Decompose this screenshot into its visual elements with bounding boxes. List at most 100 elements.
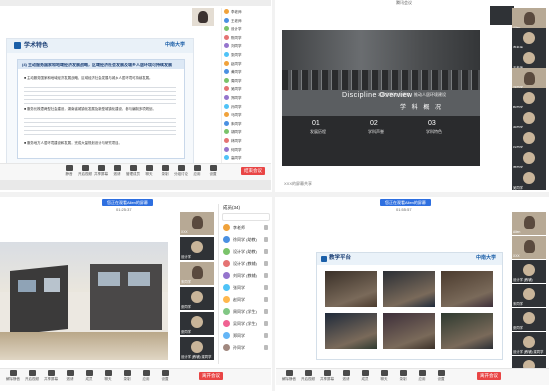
participant-video-tile[interactable]: 张同学 — [512, 308, 546, 331]
participant-video-tile[interactable]: 张同学 — [180, 312, 214, 335]
participant-avatar — [524, 72, 535, 85]
participant-avatar — [224, 95, 229, 100]
participant-row[interactable]: 高同学 — [222, 154, 270, 162]
viewing-share-banner[interactable]: 您正在观看Allen的屏幕 — [380, 199, 431, 206]
mic-icon[interactable] — [264, 333, 268, 338]
participant-avatar — [523, 132, 535, 144]
participant-row[interactable]: 胡同学 — [222, 128, 270, 136]
toolbar-label: 设置 — [437, 377, 445, 381]
participant-row[interactable]: 刘同学 — [222, 42, 270, 50]
participant-row[interactable]: 陈同学 — [222, 34, 270, 42]
member-row[interactable]: 郑同学 — [219, 330, 271, 342]
toolbar-item-1[interactable]: 开启视频 — [23, 370, 41, 382]
toolbar-item-5[interactable]: 聊天 — [375, 370, 393, 382]
participant-video-tile[interactable]: 吴同学 — [512, 168, 546, 190]
member-search-input[interactable] — [222, 213, 270, 221]
toolbar-item-9[interactable]: 设置 — [204, 165, 222, 177]
participant-row[interactable]: 何同学 — [222, 146, 270, 154]
participant-row[interactable]: 郑同学 — [222, 94, 270, 102]
toolbar-item-6[interactable]: 录制 — [394, 370, 412, 382]
platform-photo — [383, 313, 435, 349]
participant-video-tile[interactable]: 设计学 (教辅) 梁同学 — [180, 337, 214, 360]
member-row[interactable]: 吴同学 (学生) — [219, 318, 271, 330]
toolbar-item-8[interactable]: 设置 — [156, 370, 174, 382]
participant-row[interactable]: 周同学 — [222, 77, 270, 85]
participant-video-tile[interactable]: 宋同学 — [512, 284, 546, 307]
participant-avatar — [192, 266, 203, 279]
participant-row[interactable]: 吴同学 — [222, 85, 270, 93]
member-avatar — [223, 272, 230, 279]
participant-video-tile[interactable]: 宋同学 — [180, 262, 214, 285]
mic-icon[interactable] — [264, 297, 268, 302]
participant-tile-name: 宋同学 — [513, 302, 523, 306]
participant-avatar — [224, 43, 229, 49]
participant-row[interactable]: 王老师 — [222, 17, 270, 25]
slide-content-box: (4) 主动服务国家和地域经济发展战略，区域经济社会发展及城乡人居环境可持续发展… — [17, 59, 185, 159]
member-row[interactable]: 赵同学 — [219, 294, 271, 306]
toolbar-icon — [65, 165, 73, 171]
leave-meeting-button[interactable]: 离开会议 — [199, 372, 223, 380]
toolbar-item-7[interactable]: 应用 — [413, 370, 431, 382]
toolbar-item-3[interactable]: 邀请 — [61, 370, 79, 382]
toolbar-item-7[interactable]: 应用 — [137, 370, 155, 382]
member-row[interactable]: 孙同学 — [219, 342, 271, 354]
mic-icon[interactable] — [264, 249, 268, 254]
toolbar-item-2[interactable]: 共享屏幕 — [318, 370, 336, 382]
member-row[interactable]: 张同学 — [219, 282, 271, 294]
member-row[interactable]: 刘同学 (教辅) — [219, 270, 271, 282]
mic-icon[interactable] — [264, 345, 268, 350]
toolbar-item-1[interactable]: 开启视频 — [299, 370, 317, 382]
participant-row[interactable]: 李老师 — [222, 8, 270, 16]
participant-avatar — [224, 129, 229, 135]
participant-video-tile[interactable]: 张同学 — [180, 287, 214, 310]
mic-icon[interactable] — [264, 261, 268, 266]
participant-video-tile[interactable]: 设计学 (教辅) 梁同学 — [512, 332, 546, 355]
participant-row[interactable]: 赵同学 — [222, 60, 270, 68]
mic-icon[interactable] — [264, 225, 268, 230]
participant-video-tile[interactable]: Allen — [512, 212, 546, 235]
participant-video-tile[interactable]: XXX — [512, 236, 546, 259]
viewing-share-banner[interactable]: 您正在观看Allen的屏幕 — [102, 199, 153, 206]
toolbar-item-8[interactable]: 设置 — [432, 370, 450, 382]
participant-row[interactable]: 张同学 — [222, 51, 270, 59]
participant-row[interactable]: 孙同学 — [222, 103, 270, 111]
participant-row[interactable]: 设计学 — [222, 25, 270, 33]
member-row[interactable]: 周同学 (学生) — [219, 306, 271, 318]
member-row[interactable]: 设计学 (教辅) — [219, 258, 271, 270]
participant-row[interactable]: 朱同学 — [222, 120, 270, 128]
mic-icon[interactable] — [264, 237, 268, 242]
toolbar-item-0[interactable]: 解除静音 — [4, 370, 22, 382]
toolbar-item-4[interactable]: 成员 — [80, 370, 98, 382]
mic-icon[interactable] — [264, 285, 268, 290]
member-row[interactable]: 徐同学 (助教) — [219, 234, 271, 246]
leave-meeting-button[interactable]: 离开会议 — [477, 372, 501, 380]
toolbar-item-6[interactable]: 录制 — [118, 370, 136, 382]
stat-number: 01 — [312, 120, 320, 127]
toolbar-item-3[interactable]: 邀请 — [337, 370, 355, 382]
mic-icon[interactable] — [264, 273, 268, 278]
toolbar-icon — [323, 370, 331, 376]
participant-row[interactable]: 黄同学 — [222, 68, 270, 76]
toolbar-item-0[interactable]: 解除静音 — [280, 370, 298, 382]
participant-row[interactable]: 马同学 — [222, 111, 270, 119]
stat-number: 02 — [370, 120, 378, 127]
participant-avatar — [191, 316, 203, 328]
toolbar-icon — [85, 370, 93, 376]
shared-painting — [0, 242, 168, 360]
mic-icon[interactable] — [264, 309, 268, 314]
member-row[interactable]: 李老师 — [219, 222, 271, 234]
participant-row[interactable]: 林同学 — [222, 137, 270, 145]
toolbar-item-5[interactable]: 聊天 — [99, 370, 117, 382]
participant-video-tile[interactable]: XXX — [180, 212, 214, 235]
participant-video-tile[interactable]: 设计学 — [180, 237, 214, 260]
toolbar-icon — [399, 370, 407, 376]
toolbar-item-2[interactable]: 共享屏幕 — [42, 370, 60, 382]
participant-name: 朱同学 — [231, 121, 242, 126]
member-row[interactable]: 设计学 (助教) — [219, 246, 271, 258]
participant-video-tile[interactable]: 设计学 (教辅) — [512, 260, 546, 283]
member-name: 吴同学 (学生) — [233, 321, 257, 326]
end-meeting-button[interactable]: 结束会议 — [241, 167, 265, 175]
stat-label: 学科声誉 — [368, 129, 384, 134]
mic-icon[interactable] — [264, 321, 268, 326]
toolbar-item-4[interactable]: 成员 — [356, 370, 374, 382]
